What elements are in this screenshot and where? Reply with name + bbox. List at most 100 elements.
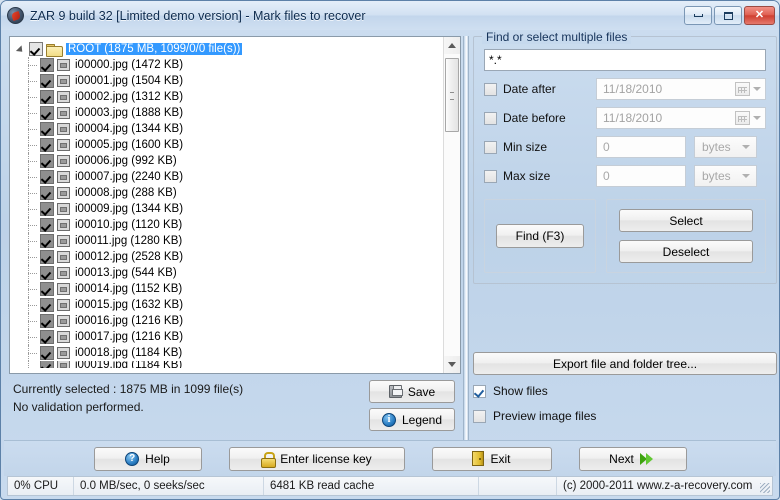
file-checkbox[interactable] xyxy=(40,90,54,104)
tree-row-file[interactable]: i00006.jpg (992 KB) xyxy=(10,153,443,169)
file-mask-input[interactable] xyxy=(484,49,766,71)
deselect-button-label: Deselect xyxy=(662,244,710,259)
chevron-down-icon[interactable] xyxy=(750,87,763,91)
file-checkbox[interactable] xyxy=(40,202,54,216)
file-checkbox[interactable] xyxy=(40,106,54,120)
deselect-button[interactable]: Deselect xyxy=(619,240,753,263)
tree-row-file[interactable]: i00000.jpg (1472 KB) xyxy=(10,57,443,73)
collapse-triangle-icon[interactable] xyxy=(16,44,27,55)
file-checkbox[interactable] xyxy=(40,74,54,88)
date-before-value: 11/18/2010 xyxy=(603,111,663,125)
tree-vertical-scrollbar[interactable] xyxy=(443,37,460,373)
file-checkbox[interactable] xyxy=(40,314,54,328)
window-title: ZAR 9 build 32 [Limited demo version] - … xyxy=(30,8,366,23)
max-size-unit-select[interactable]: bytes xyxy=(694,165,757,187)
min-size-unit-select[interactable]: bytes xyxy=(694,136,757,158)
chevron-down-icon[interactable] xyxy=(739,145,752,149)
export-tree-button[interactable]: Export file and folder tree... xyxy=(473,352,777,375)
tree-row-file[interactable]: i00011.jpg (1280 KB) xyxy=(10,233,443,249)
tree-row-file[interactable]: i00009.jpg (1344 KB) xyxy=(10,201,443,217)
chevron-down-icon[interactable] xyxy=(750,116,763,120)
file-checkbox[interactable] xyxy=(40,138,54,152)
tree-row-file[interactable]: i00007.jpg (2240 KB) xyxy=(10,169,443,185)
file-checkbox[interactable] xyxy=(40,282,54,296)
tree-row-file[interactable]: i00002.jpg (1312 KB) xyxy=(10,89,443,105)
tree-row-label: i00007.jpg (2240 KB) xyxy=(75,171,184,183)
min-size-input[interactable]: 0 xyxy=(596,136,686,158)
tree-row-file[interactable]: i00008.jpg (288 KB) xyxy=(10,185,443,201)
show-files-option[interactable]: Show files xyxy=(473,384,777,398)
date-before-checkbox[interactable] xyxy=(484,111,497,125)
file-checkbox[interactable] xyxy=(40,266,54,280)
tree-row-file[interactable]: i00003.jpg (1888 KB) xyxy=(10,105,443,121)
min-size-label[interactable]: Min size xyxy=(484,140,596,154)
scrollbar-thumb[interactable] xyxy=(445,58,459,132)
tree-row-file[interactable]: i00012.jpg (2528 KB) xyxy=(10,249,443,265)
close-button[interactable]: ✕ xyxy=(744,6,775,25)
tree-row-file[interactable]: i00014.jpg (1152 KB) xyxy=(10,281,443,297)
help-button[interactable]: Help xyxy=(93,446,202,471)
file-checkbox[interactable] xyxy=(40,330,54,344)
date-after-label[interactable]: Date after xyxy=(484,82,596,96)
file-checkbox[interactable] xyxy=(40,154,54,168)
find-button[interactable]: Find (F3) xyxy=(496,224,584,248)
date-before-label[interactable]: Date before xyxy=(484,111,596,125)
tree-row-label: i00014.jpg (1152 KB) xyxy=(75,283,183,295)
file-checkbox[interactable] xyxy=(40,234,54,248)
file-checkbox[interactable] xyxy=(40,122,54,136)
tree-row-file[interactable]: i00018.jpg (1184 KB) xyxy=(10,345,443,361)
next-button[interactable]: Next xyxy=(578,446,687,471)
tree-row-file[interactable]: i00004.jpg (1344 KB) xyxy=(10,121,443,137)
date-after-field[interactable]: 11/18/2010 xyxy=(596,78,766,100)
tree-row-file[interactable]: i00019.jpg (1184 KB) xyxy=(10,361,443,368)
min-size-checkbox[interactable] xyxy=(484,140,497,154)
file-tree-panel[interactable]: ROOT (1875 MB, 1099/0/0 file(s)) i00000.… xyxy=(9,36,461,374)
max-size-checkbox[interactable] xyxy=(484,169,497,183)
exit-button[interactable]: Exit xyxy=(431,446,552,471)
preview-image-files-option[interactable]: Preview image files xyxy=(473,409,777,423)
file-checkbox[interactable] xyxy=(40,218,54,232)
enter-license-key-button[interactable]: Enter license key xyxy=(228,446,405,471)
file-tree[interactable]: ROOT (1875 MB, 1099/0/0 file(s)) i00000.… xyxy=(10,37,443,373)
resize-grip-icon[interactable] xyxy=(760,483,770,493)
calendar-icon[interactable] xyxy=(735,111,750,125)
minimize-button[interactable] xyxy=(684,6,712,25)
preview-image-files-checkbox[interactable] xyxy=(473,409,486,423)
max-size-input[interactable]: 0 xyxy=(596,165,686,187)
tree-guide-stub xyxy=(28,161,37,162)
file-checkbox[interactable] xyxy=(40,361,54,368)
file-checkbox[interactable] xyxy=(40,346,54,360)
tree-row-root[interactable]: ROOT (1875 MB, 1099/0/0 file(s)) xyxy=(10,41,443,57)
chevron-down-icon[interactable] xyxy=(739,174,752,178)
tree-row-file[interactable]: i00001.jpg (1504 KB) xyxy=(10,73,443,89)
tree-guide-stub xyxy=(28,273,37,274)
tree-row-file[interactable]: i00015.jpg (1632 KB) xyxy=(10,297,443,313)
tree-row-file[interactable]: i00016.jpg (1216 KB) xyxy=(10,313,443,329)
tree-row-file[interactable]: i00017.jpg (1216 KB) xyxy=(10,329,443,345)
tree-row-file[interactable]: i00013.jpg (544 KB) xyxy=(10,265,443,281)
legend-button[interactable]: Legend xyxy=(369,408,455,431)
tree-row-file[interactable]: i00010.jpg (1120 KB) xyxy=(10,217,443,233)
show-files-checkbox[interactable] xyxy=(473,384,486,398)
scroll-down-icon[interactable] xyxy=(444,356,460,373)
root-checkbox[interactable] xyxy=(29,42,43,56)
date-after-checkbox[interactable] xyxy=(484,82,497,96)
date-before-field[interactable]: 11/18/2010 xyxy=(596,107,766,129)
scroll-up-icon[interactable] xyxy=(444,37,460,54)
pane-splitter[interactable] xyxy=(463,36,469,440)
file-checkbox[interactable] xyxy=(40,298,54,312)
file-checkbox[interactable] xyxy=(40,186,54,200)
status-throughput: 0.0 MB/sec, 0 seeks/sec xyxy=(74,477,264,495)
maximize-button[interactable] xyxy=(714,6,742,25)
tree-row-file[interactable]: i00005.jpg (1600 KB) xyxy=(10,137,443,153)
file-checkbox[interactable] xyxy=(40,250,54,264)
max-size-label[interactable]: Max size xyxy=(484,169,596,183)
scrollbar-track[interactable] xyxy=(444,54,460,356)
calendar-icon[interactable] xyxy=(735,82,750,96)
save-button[interactable]: Save xyxy=(369,380,455,403)
image-file-icon xyxy=(57,331,70,343)
file-checkbox[interactable] xyxy=(40,58,54,72)
file-checkbox[interactable] xyxy=(40,170,54,184)
client-area: ROOT (1875 MB, 1099/0/0 file(s)) i00000.… xyxy=(4,30,777,499)
select-button[interactable]: Select xyxy=(619,209,753,232)
